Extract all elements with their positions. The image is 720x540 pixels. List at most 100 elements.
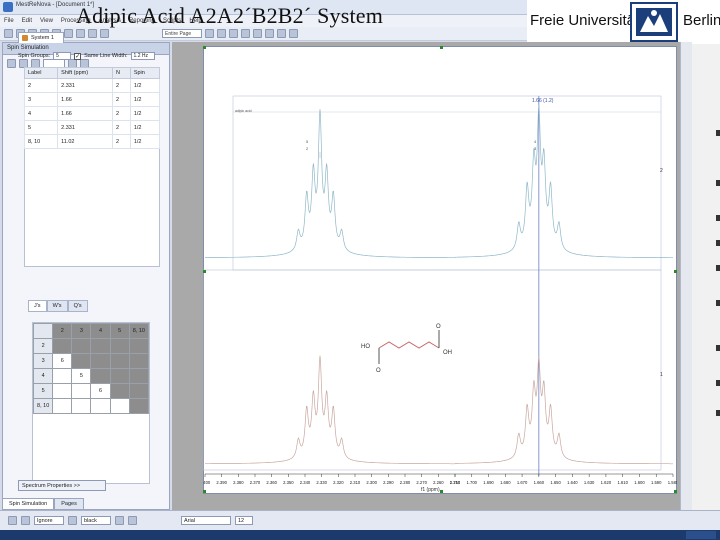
peak-label: 3 [534, 146, 537, 151]
col-n: N [112, 67, 131, 79]
tab-w-couplings[interactable]: W's [46, 300, 68, 312]
selection-handle [203, 270, 206, 273]
vertical-scrollbar[interactable] [680, 42, 692, 510]
col-label: Label [23, 67, 59, 79]
font-size-combo[interactable]: 12 [235, 516, 253, 525]
axis-tick-label: 1.710 [450, 480, 461, 485]
cell-n[interactable]: 2 [112, 78, 131, 93]
selection-handle [674, 490, 677, 493]
axis-tick-label: 1.590 [651, 480, 662, 485]
undo-icon[interactable] [88, 29, 97, 38]
cell-n[interactable]: 2 [112, 92, 131, 107]
tab-system-1[interactable]: System 1 [18, 32, 64, 43]
cell-n[interactable]: 2 [112, 134, 131, 149]
cell-label[interactable]: 8, 10 [23, 134, 59, 149]
table-row[interactable]: 5 2.331 2 1/2 [23, 120, 161, 135]
line-icon[interactable] [21, 516, 30, 525]
grid-cell[interactable] [71, 398, 92, 414]
line-width-input[interactable]: 1.2 Hz [130, 52, 155, 60]
bold-icon[interactable] [115, 516, 124, 525]
zoom-in-icon[interactable] [205, 29, 214, 38]
top-plot-frame [232, 95, 662, 271]
slide-title: Adipic Acid A2A2´B2B2´ System [76, 3, 384, 28]
axis-tick-label: 1.690 [483, 480, 494, 485]
zoom-out-icon[interactable] [217, 29, 226, 38]
grid-cell[interactable] [52, 368, 73, 384]
grid-cell[interactable]: 6 [90, 383, 111, 399]
table-row[interactable]: 4 1.66 2 1/2 [23, 106, 161, 121]
page-combo[interactable]: Entire Page [162, 29, 202, 38]
color-icon[interactable] [68, 516, 77, 525]
logo-name: Freie Universität [530, 12, 640, 29]
color-combo[interactable]: black [81, 516, 111, 525]
strip-marker [716, 345, 720, 351]
italic-icon[interactable] [128, 516, 137, 525]
pan-icon[interactable] [241, 29, 250, 38]
menu-edit[interactable]: Edit [18, 18, 36, 24]
same-width-checkbox[interactable]: ✓ [74, 52, 82, 60]
cell-spin[interactable]: 1/2 [129, 120, 161, 135]
cell-spin[interactable]: 1/2 [129, 92, 161, 107]
paste-icon[interactable] [76, 29, 85, 38]
select-icon[interactable] [253, 29, 262, 38]
ppm-axis: 2.400 2.390 2.380 2.370 2.360 2.350 2.340 2.330… [203, 473, 677, 485]
grid-cell [109, 353, 130, 369]
axis-tick-label: 2.400 [203, 480, 211, 485]
table-row[interactable]: 2 2.331 2 1/2 [23, 78, 161, 93]
table-row[interactable]: 8, 10 11.02 2 1/2 [23, 134, 161, 149]
cell-n[interactable]: 2 [112, 106, 131, 121]
cell-n[interactable]: 2 [112, 120, 131, 135]
grid-cell[interactable]: 6 [52, 353, 73, 369]
cell-label[interactable]: 3 [23, 92, 59, 107]
cell-label[interactable]: 4 [23, 106, 59, 121]
coupling-header-row: 2 3 4 5 8, 10 [32, 323, 150, 339]
format-icon[interactable] [8, 516, 17, 525]
cell-spin[interactable]: 1/2 [129, 78, 161, 93]
tab-q-couplings[interactable]: Q's [67, 300, 88, 312]
menu-file[interactable]: File [0, 18, 18, 24]
university-seal-icon [630, 2, 678, 42]
integrate-icon[interactable] [265, 29, 274, 38]
cell-shift[interactable]: 11.02 [57, 134, 114, 149]
fit-icon[interactable] [229, 29, 238, 38]
spin-groups-input[interactable]: 5 [53, 52, 72, 60]
grid-cell[interactable] [90, 398, 111, 414]
font-combo[interactable]: Arial [181, 516, 231, 525]
redo-icon[interactable] [100, 29, 109, 38]
grid-cell[interactable] [71, 383, 92, 399]
cell-label[interactable]: 2 [23, 78, 59, 93]
spectrum-properties-button[interactable]: Spectrum Properties >> [18, 480, 106, 491]
cell-shift[interactable]: 1.66 [57, 92, 114, 107]
axis-tick-label: 2.320 [333, 480, 344, 485]
table-row[interactable]: 3 1.66 2 1/2 [23, 92, 161, 107]
coupling-row: 4 5 [32, 368, 150, 384]
cell-spin[interactable]: 1/2 [129, 106, 161, 121]
same-width-label: Same Line Width: [84, 53, 128, 59]
cell-shift[interactable]: 1.66 [57, 106, 114, 121]
grid-cell[interactable] [52, 383, 73, 399]
cell-label[interactable]: 5 [23, 120, 59, 135]
tab-spin-simulation[interactable]: Spin Simulation [2, 498, 55, 510]
new-icon[interactable] [4, 29, 13, 38]
strip-marker [716, 240, 720, 246]
grid-cell [71, 353, 92, 369]
grid-cell[interactable] [109, 398, 130, 414]
nmr-spectrum[interactable]: HO OH O O adipic acid 1.66 (1.2) 2 1 5 2… [203, 46, 677, 494]
axis-tick-label: 1.620 [601, 480, 612, 485]
multiplet-icon[interactable] [289, 29, 298, 38]
cell-spin[interactable]: 1/2 [129, 134, 161, 149]
coupling-table: 2 3 4 5 8, 10 2 3 6 4 5 5 6 8, 10 [32, 323, 150, 414]
add-system-icon[interactable] [7, 58, 16, 68]
cell-shift[interactable]: 2.331 [57, 78, 114, 93]
menu-view[interactable]: View [36, 18, 57, 24]
line-style-combo[interactable]: Ignore [34, 516, 64, 525]
selection-handle [203, 46, 206, 49]
grid-cell[interactable]: 5 [71, 368, 92, 384]
tab-pages[interactable]: Pages [54, 498, 84, 510]
copy-icon[interactable] [64, 29, 73, 38]
peak-pick-icon[interactable] [277, 29, 286, 38]
grid-row-header: 3 [32, 353, 54, 369]
cell-shift[interactable]: 2.331 [57, 120, 114, 135]
tab-j-couplings[interactable]: J's [28, 300, 47, 312]
grid-cell[interactable] [52, 398, 73, 414]
